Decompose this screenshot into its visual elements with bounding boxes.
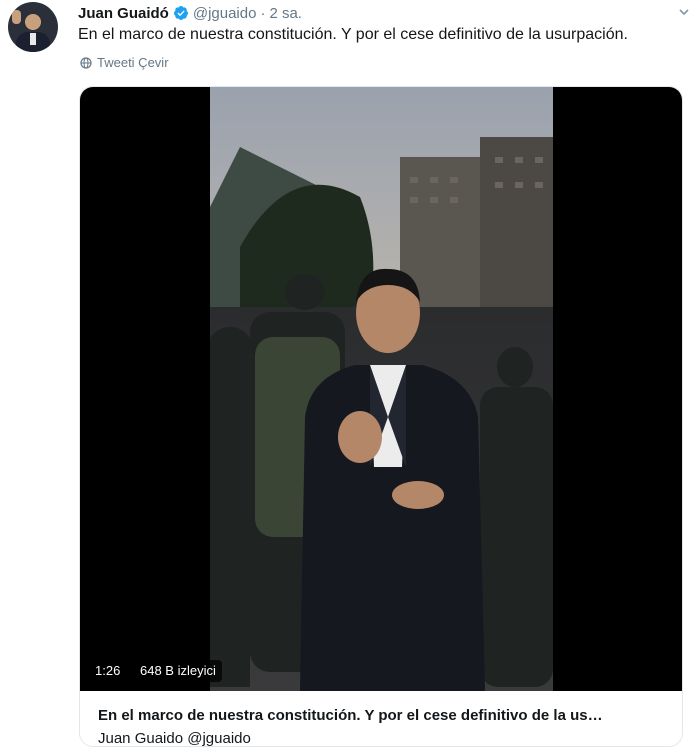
media-card[interactable]: 1:26 648 B izleyici En el marco de nuest… [79, 86, 683, 747]
avatar[interactable] [8, 2, 58, 52]
card-author[interactable]: Juan Guaido @jguaido [98, 730, 251, 746]
video-player[interactable]: 1:26 648 B izleyici [80, 87, 682, 691]
video-frame [210, 87, 553, 691]
tweet-text: En el marco de nuestra constitución. Y p… [78, 26, 628, 43]
card-title[interactable]: En el marco de nuestra constitución. Y p… [98, 707, 672, 724]
avatar-shirt [30, 33, 36, 45]
translate-label: Tweeti Çevir [97, 55, 169, 70]
globe-icon [80, 56, 92, 69]
video-duration-badge: 1:26 [89, 660, 127, 682]
verified-badge-icon [173, 6, 188, 20]
avatar-hand [12, 10, 21, 24]
author-name[interactable]: Juan Guaidó [78, 5, 169, 22]
translate-tweet-link[interactable]: Tweeti Çevir [80, 55, 169, 70]
tweet-time[interactable]: 2 sa. [269, 5, 302, 22]
separator-dot: · [260, 4, 266, 22]
tweet-header: Juan Guaidó @jguaido · 2 sa. [78, 2, 302, 24]
author-handle[interactable]: @jguaido [193, 5, 257, 22]
chevron-down-icon[interactable] [678, 6, 690, 18]
video-views-badge: 648 B izleyici [134, 660, 222, 682]
